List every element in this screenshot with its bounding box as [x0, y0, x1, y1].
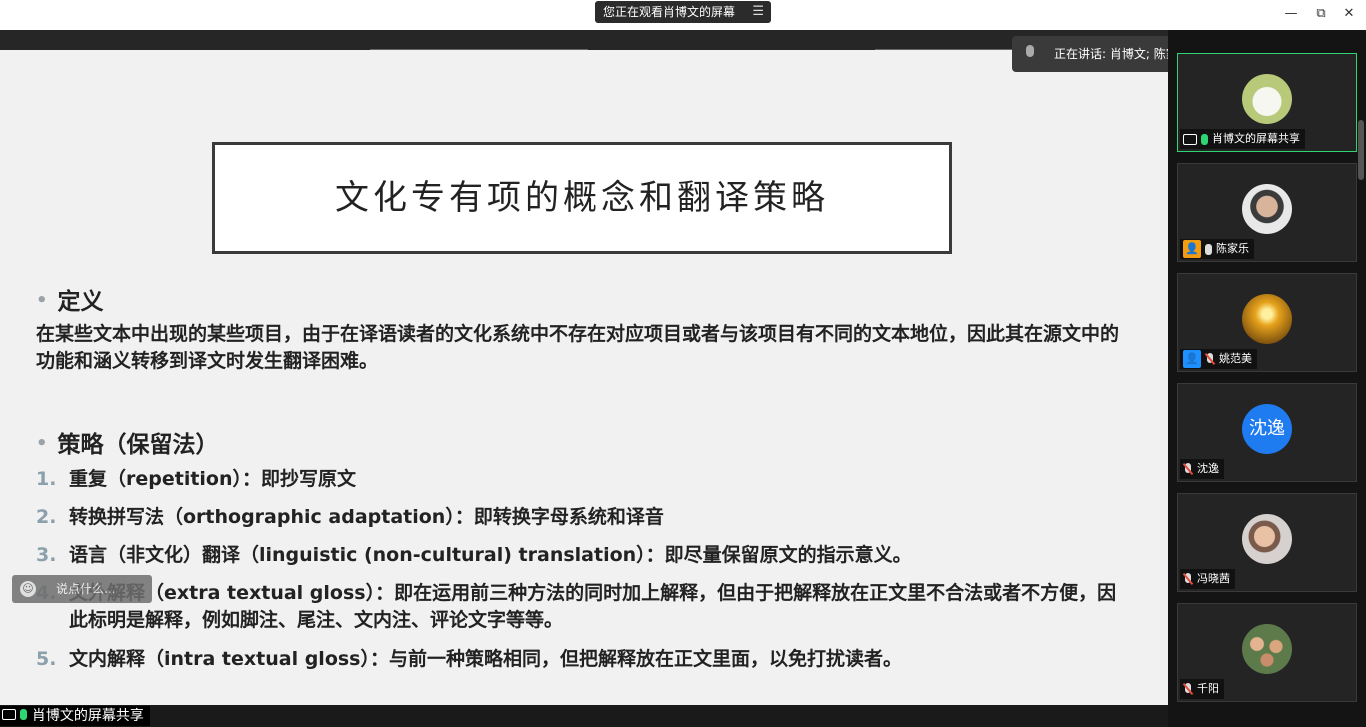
mic-icon [1026, 45, 1034, 57]
mic-muted-icon [1183, 683, 1193, 695]
participant-name-tag: 千阳 [1180, 679, 1224, 699]
participant-tile[interactable]: 千阳 [1177, 603, 1357, 702]
person-icon: 👤 [1183, 240, 1201, 258]
screen-share-icon [1183, 133, 1197, 145]
strategy-item: 4.文外解释（extra textual gloss）：即在运用前三种方法的同时… [36, 582, 1117, 631]
participant-name-tag: 沈逸 [1180, 459, 1224, 479]
close-button[interactable]: ✕ [1339, 4, 1359, 24]
shared-screen-top-strip [0, 30, 1168, 50]
mic-muted-icon [1183, 463, 1193, 475]
participant-tile[interactable]: 👤 姚范美 [1177, 273, 1357, 372]
slide-title: 文化专有项的概念和翻译策略 [212, 142, 952, 254]
shared-slide: 文化专有项的概念和翻译策略 • 定义 在某些文本中出现的某些项目，由于在译语读者的… [0, 50, 1168, 705]
strategy-item: 1. 重复（repetition）：即抄写原文 [36, 468, 357, 490]
minimize-button[interactable]: — [1281, 4, 1301, 24]
sunset-avatar [1242, 294, 1292, 344]
chat-placeholder: 说点什么... [56, 582, 116, 596]
chat-input[interactable]: ☺ 说点什么... [12, 575, 152, 603]
bottom-bar [0, 705, 1168, 727]
section-heading-strategy: • 策略（保留法） [36, 432, 219, 458]
participant-tile[interactable]: 👤 陈家乐 [1177, 163, 1357, 262]
strategy-item: 3. 语言（非文化）翻译（linguistic (non-cultural) tr… [36, 544, 912, 566]
initials-avatar: 沈逸 [1242, 404, 1292, 454]
mic-muted-icon [1183, 573, 1193, 585]
bullet-dot-icon: • [36, 290, 48, 311]
gallery-scrollbar[interactable] [1358, 120, 1364, 180]
person-icon: 👤 [1183, 350, 1201, 368]
section-heading-definition: • 定义 [36, 289, 104, 315]
participant-tile[interactable]: 沈逸 沈逸 [1177, 383, 1357, 482]
strategy-item: 2. 转换拼写法（orthographic adaptation）：即转换字母系统… [36, 506, 664, 528]
emoji-icon[interactable]: ☺ [20, 581, 36, 597]
list-icon[interactable]: ☰ [752, 1, 764, 23]
restore-button[interactable]: ⧉ [1311, 4, 1331, 24]
screen-share-label: 肖博文的屏幕共享 [0, 706, 150, 726]
participant-tile[interactable]: 肖博文的屏幕共享 [1177, 53, 1357, 152]
group-photo-avatar [1242, 624, 1292, 674]
bullet-dot-icon: • [36, 433, 48, 454]
mic-icon [1205, 243, 1212, 255]
viewing-screen-indicator[interactable]: 您正在观看肖博文的屏幕 ☰ [595, 1, 771, 23]
mic-on-icon [20, 709, 28, 720]
participant-name-tag: 冯晓茜 [1180, 569, 1235, 589]
mic-on-icon [1201, 133, 1208, 145]
participant-name-tag: 👤 陈家乐 [1180, 239, 1254, 259]
screen-share-icon [2, 709, 16, 720]
sheep-avatar [1242, 74, 1292, 124]
viewing-text: 您正在观看肖博文的屏幕 [603, 5, 736, 19]
participant-tile[interactable]: 冯晓茜 [1177, 493, 1357, 592]
man-photo-avatar [1242, 184, 1292, 234]
child-photo-avatar [1242, 514, 1292, 564]
participant-name-tag: 肖博文的屏幕共享 [1180, 129, 1305, 149]
strategy-item: 5. 文内解释（intra textual gloss）：与前一种策略相同，但把解… [36, 648, 902, 670]
definition-text: 在某些文本中出现的某些项目，由于在译语读者的文化系统中不存在对应项目或者与该项目… [36, 323, 1120, 372]
mic-muted-icon [1205, 353, 1215, 365]
participant-name-tag: 👤 姚范美 [1180, 349, 1257, 369]
